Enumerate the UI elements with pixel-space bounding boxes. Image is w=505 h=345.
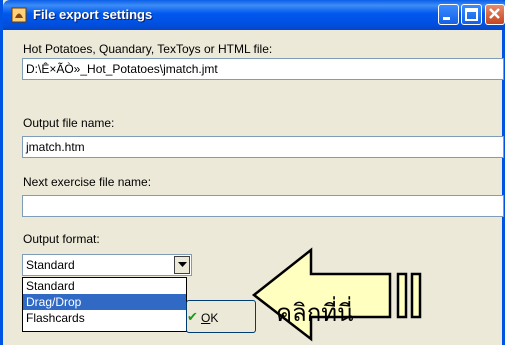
minimize-button[interactable] bbox=[438, 4, 459, 25]
export-settings-window: File export settings Hot Potatoes, Quand… bbox=[0, 0, 505, 345]
source-file-label: Hot Potatoes, Quandary, TexToys or HTML … bbox=[23, 42, 273, 56]
source-file-input[interactable]: D:\Ê×ÃÒ»_Hot_Potatoes\jmatch.jmt bbox=[22, 58, 504, 80]
maximize-button[interactable] bbox=[461, 4, 482, 25]
output-format-label: Output format: bbox=[23, 232, 100, 246]
option-drag-drop[interactable]: Drag/Drop bbox=[23, 294, 186, 310]
output-file-label: Output file name: bbox=[23, 116, 115, 130]
app-icon bbox=[11, 7, 27, 23]
callout-text: คลิกที่นี่ bbox=[276, 300, 354, 327]
maximize-icon bbox=[465, 8, 478, 21]
chevron-down-icon bbox=[177, 262, 187, 267]
minimize-icon bbox=[443, 17, 450, 20]
output-format-select[interactable]: Standard bbox=[22, 254, 192, 276]
next-exercise-input[interactable] bbox=[22, 195, 504, 217]
output-file-input[interactable]: jmatch.htm bbox=[22, 136, 504, 158]
option-standard[interactable]: Standard bbox=[23, 278, 186, 294]
output-format-dropdown-list: Standard Drag/Drop Flashcards bbox=[22, 277, 187, 332]
output-format-value: Standard bbox=[26, 258, 75, 272]
window-title: File export settings bbox=[33, 7, 153, 22]
ok-button[interactable]: ✔ OK bbox=[186, 300, 256, 333]
ok-button-label: OK bbox=[201, 311, 219, 325]
close-button[interactable] bbox=[485, 4, 505, 25]
dropdown-button[interactable] bbox=[174, 256, 190, 274]
next-exercise-label: Next exercise file name: bbox=[23, 175, 152, 189]
checkmark-icon: ✔ bbox=[187, 309, 198, 324]
option-flashcards[interactable]: Flashcards bbox=[23, 310, 186, 326]
close-icon bbox=[489, 8, 500, 19]
titlebar[interactable]: File export settings bbox=[3, 0, 505, 30]
